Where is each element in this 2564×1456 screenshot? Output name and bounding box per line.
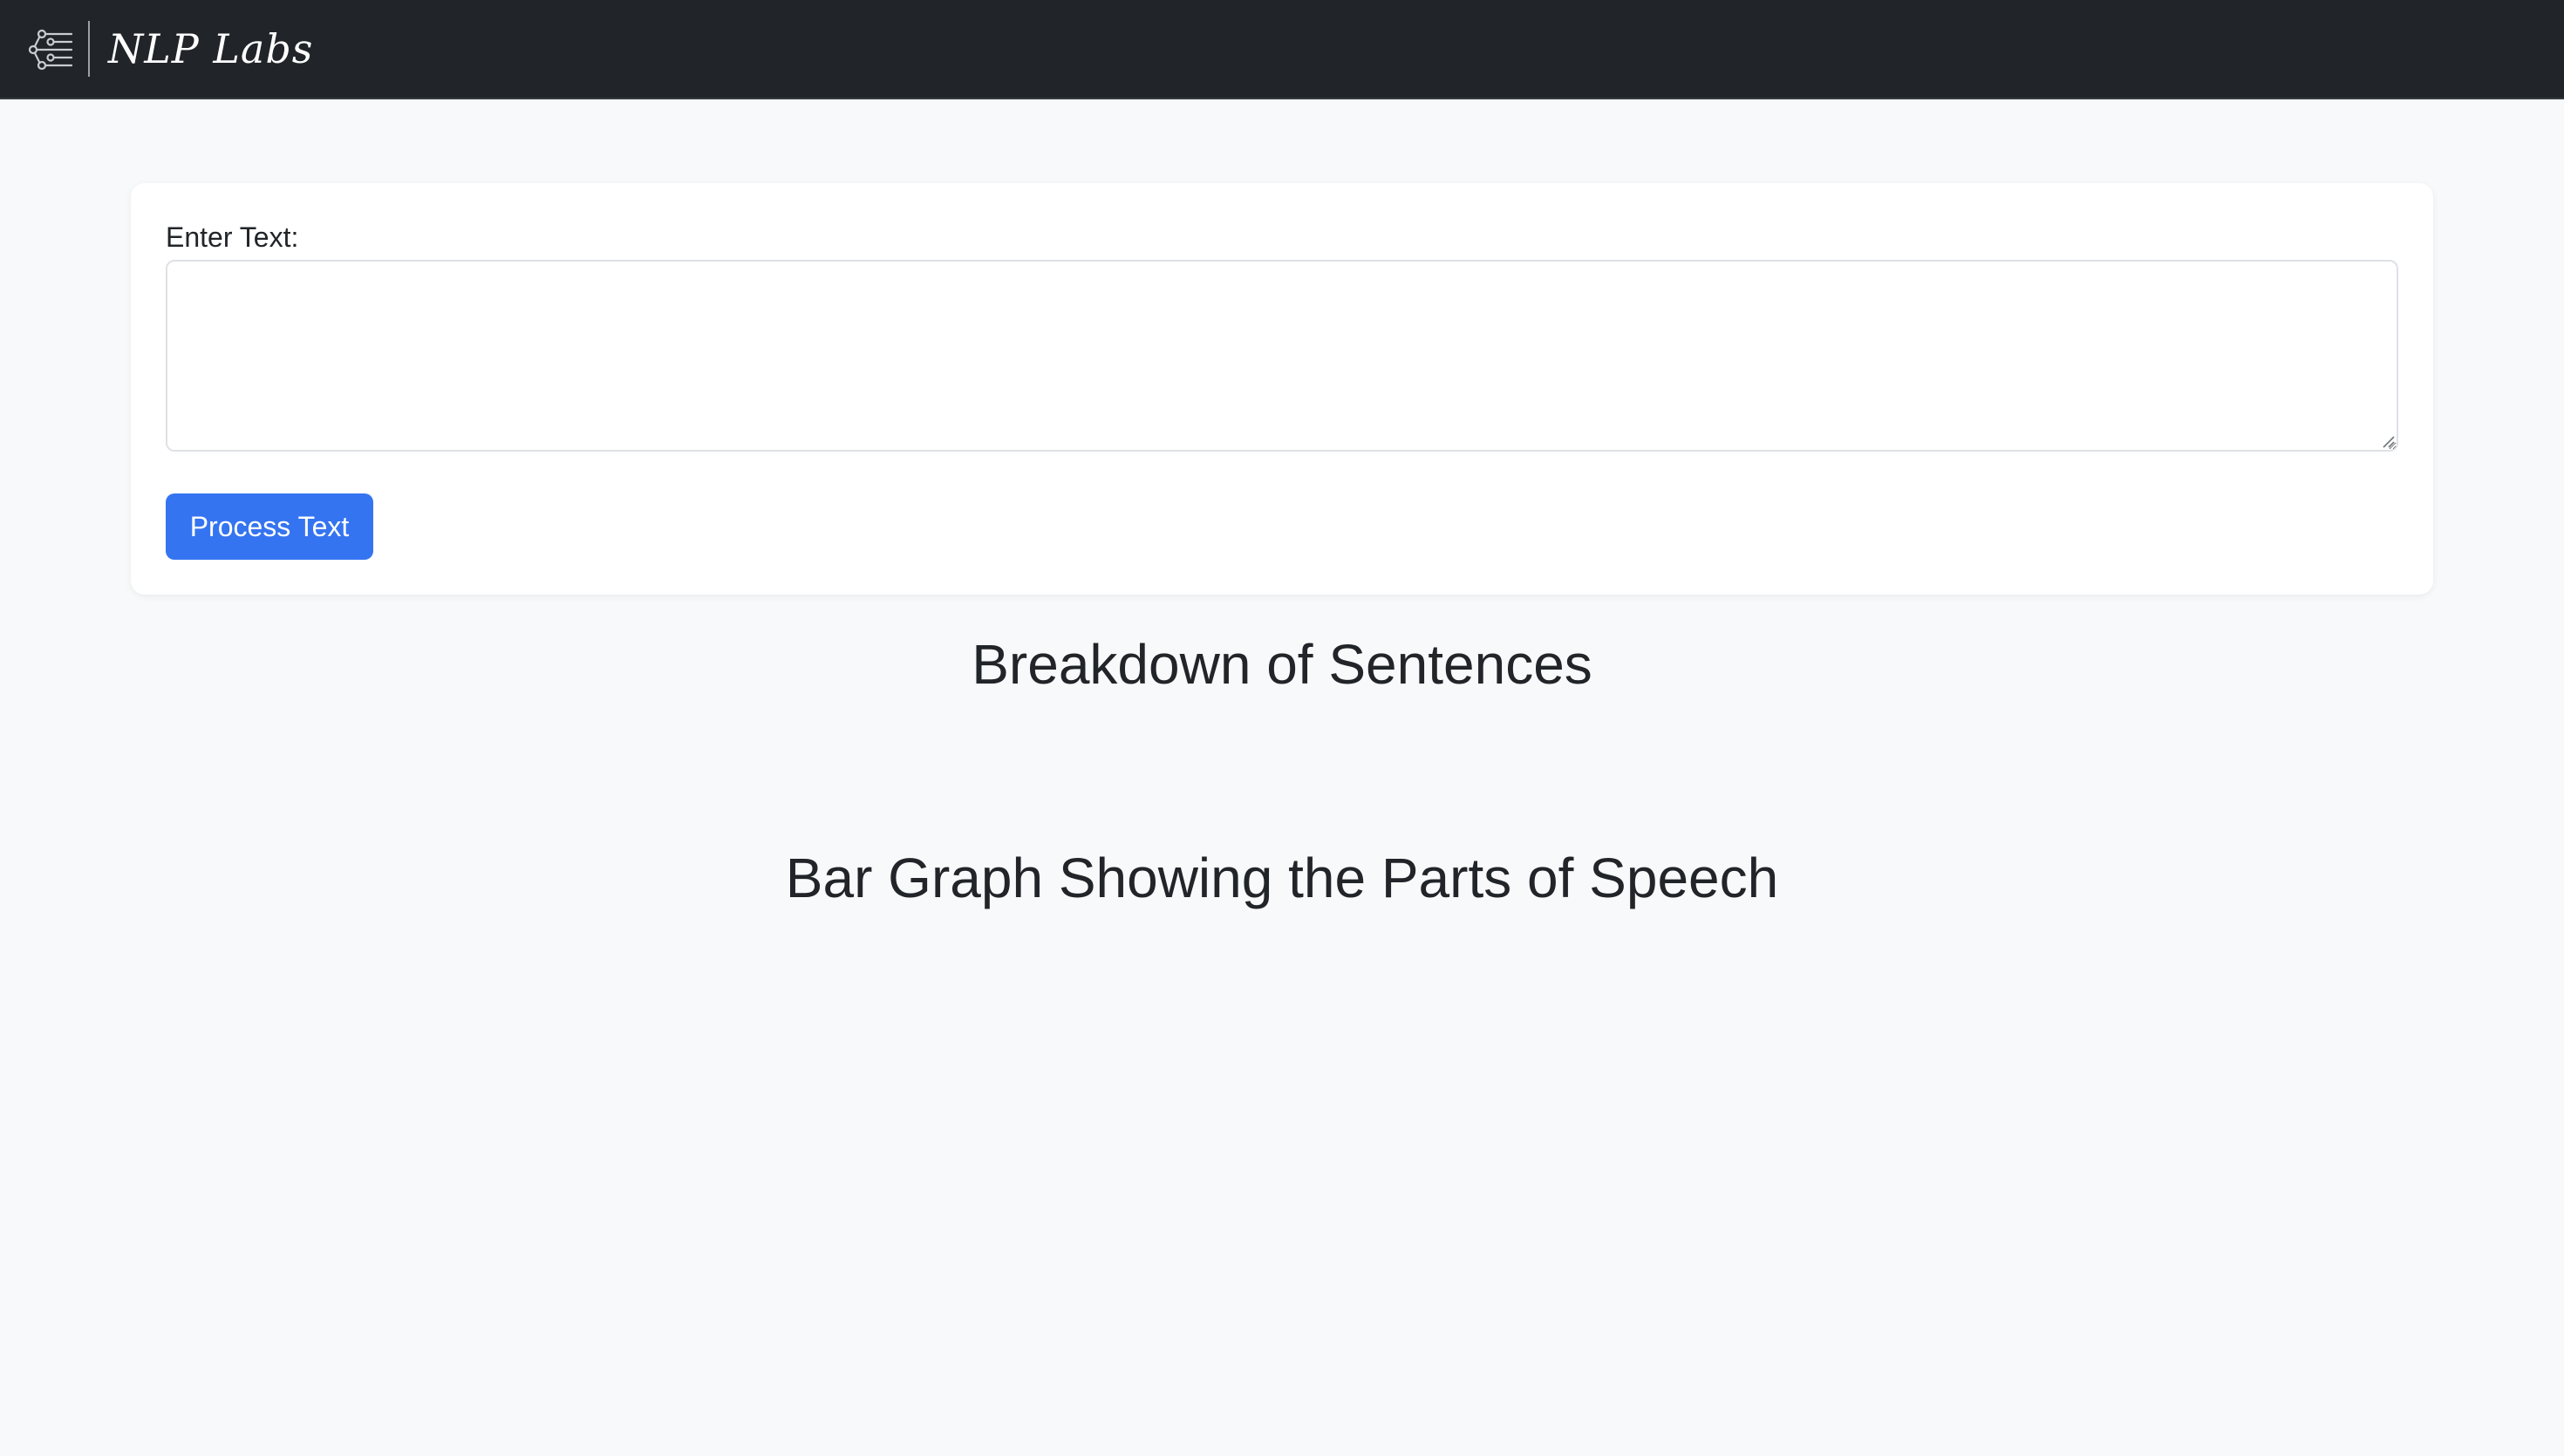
sentences-output [131,706,2433,828]
brand-divider [88,21,90,77]
text-input[interactable] [166,260,2398,452]
parts-of-speech-chart [131,924,2433,1430]
neural-network-icon[interactable] [26,27,75,72]
text-input-card: Enter Text: Process Text [131,183,2433,595]
text-input-label: Enter Text: [166,221,299,253]
bar-graph-heading: Bar Graph Showing the Parts of Speech [785,847,1779,909]
brand-name[interactable]: NLP Labs [108,23,313,75]
navbar: NLP Labs [0,0,2564,99]
sentences-heading: Breakdown of Sentences [972,633,1592,696]
process-text-button[interactable]: Process Text [166,493,373,560]
